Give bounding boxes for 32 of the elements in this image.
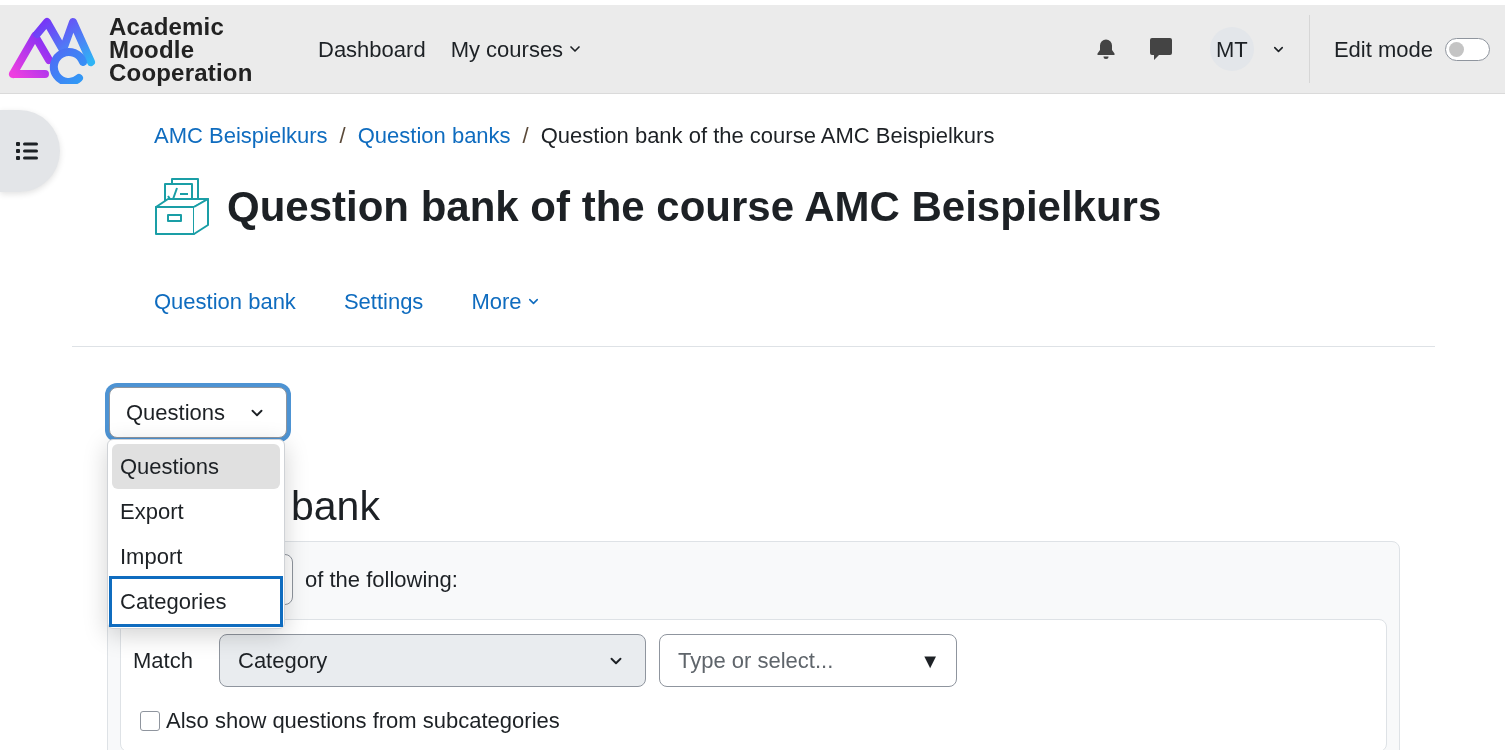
chat-icon[interactable] bbox=[1148, 37, 1173, 61]
match-select[interactable]: Category bbox=[219, 634, 646, 687]
dropdown-option[interactable]: Import bbox=[112, 534, 280, 579]
dropdown-arrow[interactable]: ▼ bbox=[920, 645, 940, 676]
value-input-field[interactable]: Type or select... ▼ bbox=[659, 634, 957, 687]
logo-text: Academic Moodle Cooperation bbox=[109, 14, 253, 84]
drawer-toggle-button[interactable] bbox=[0, 110, 60, 192]
question-bank-icon bbox=[154, 177, 210, 237]
section-heading: bank bbox=[291, 482, 380, 530]
checkbox[interactable] bbox=[140, 710, 160, 731]
list-icon bbox=[16, 142, 38, 160]
dropdown-option[interactable]: Categories bbox=[112, 579, 280, 624]
nav-link[interactable]: My courses bbox=[450, 32, 584, 66]
edit-mode-toggle[interactable] bbox=[1445, 37, 1490, 61]
dropdown-option[interactable]: Export bbox=[112, 489, 280, 534]
dropdown-option[interactable]: Questions bbox=[112, 444, 280, 489]
bell-icon[interactable] bbox=[1095, 38, 1116, 60]
page-title: Question bank of the course AMC Beispielkurs bbox=[227, 182, 1162, 232]
checkbox-label: Also show questions from subcategories bbox=[166, 707, 560, 735]
edit-mode-label: Edit mode bbox=[1333, 35, 1433, 64]
secondary-nav-link[interactable]: Question bank bbox=[154, 284, 296, 318]
breadcrumb-link[interactable]: Question banks bbox=[357, 122, 511, 150]
condition-text: of the following: bbox=[305, 566, 458, 594]
nav-link[interactable]: Dashboard bbox=[318, 32, 426, 66]
user-avatar[interactable]: MT bbox=[1209, 27, 1254, 71]
breadcrumb-current: Question bank of the course AMC Beispielkurs bbox=[540, 122, 995, 150]
breadcrumb-separator: / bbox=[522, 122, 529, 150]
match-label: Match bbox=[133, 647, 194, 675]
secondary-nav-link[interactable]: More bbox=[471, 284, 541, 318]
breadcrumb-separator: / bbox=[339, 122, 346, 150]
breadcrumb-link[interactable]: AMC Beispielkurs bbox=[154, 122, 328, 150]
secondary-nav-link[interactable]: Settings bbox=[343, 284, 424, 318]
